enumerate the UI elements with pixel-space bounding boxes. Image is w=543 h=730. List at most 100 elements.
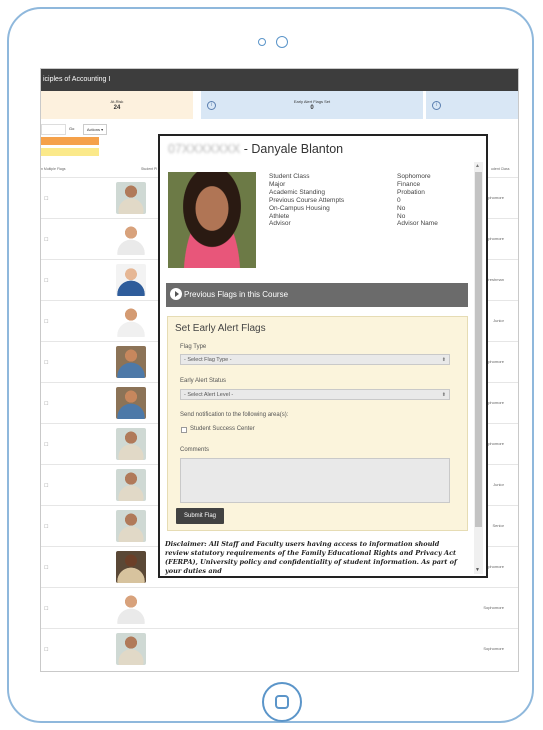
- scrollbar-thumb[interactable]: [475, 172, 482, 527]
- row-class: Sophomore: [483, 646, 504, 651]
- stat-at-risk-label: At-Risk: [110, 99, 124, 104]
- info-label: Athlete: [269, 212, 290, 220]
- info-value: Advisor Name: [397, 220, 438, 228]
- row-class: Freshman: [485, 277, 504, 282]
- title-separator: -: [243, 142, 248, 156]
- student-photo: [116, 510, 146, 542]
- stats-bar: At-Risk 24 i Early Alert Flags Set 0 i: [41, 91, 518, 119]
- previous-flags-toggle[interactable]: Previous Flags in this Course: [166, 283, 468, 307]
- row-checkbox[interactable]: ☐: [44, 319, 48, 325]
- student-photo: [116, 264, 146, 296]
- filter-input[interactable]: [41, 124, 66, 135]
- flag-type-select[interactable]: - Select Flag Type - ⬍: [180, 354, 450, 365]
- row-checkbox[interactable]: ☐: [44, 360, 48, 366]
- submit-flag-button[interactable]: Submit Flag: [176, 508, 224, 524]
- info-label: Previous Course Attempts: [269, 196, 345, 204]
- alert-status-label: Early Alert Status: [180, 378, 227, 384]
- info-value: Finance: [397, 180, 421, 188]
- info-value: No: [397, 204, 406, 212]
- row-class: Senior: [492, 523, 504, 528]
- col-header-multiple-flags[interactable]: n Multiple Flags: [41, 167, 66, 171]
- row-checkbox[interactable]: ☐: [44, 237, 48, 243]
- info-label: Academic Standing: [269, 188, 326, 196]
- flag-type-label: Flag Type: [180, 344, 207, 350]
- info-value: 0: [397, 196, 401, 204]
- row-class: Junior: [493, 318, 504, 323]
- modal-scrollbar[interactable]: ▲ ▼: [474, 162, 483, 574]
- student-name: Danyale Blanton: [251, 142, 344, 156]
- info-icon: i: [432, 101, 441, 110]
- info-value: Probation: [397, 188, 425, 196]
- row-class: Junior: [493, 482, 504, 487]
- flag-type-value: - Select Flag Type -: [184, 357, 232, 363]
- stat-flags-set-label: Early Alert Flags Set: [293, 99, 331, 104]
- risk-bar-yellow: [41, 148, 99, 156]
- info-value: Sophomore: [397, 173, 431, 180]
- student-detail-modal: 07XXXXXXX - Danyale Blanton Student Clas…: [158, 134, 488, 578]
- stat-flags-set[interactable]: i Early Alert Flags Set 0: [201, 91, 423, 119]
- student-photo: [116, 387, 146, 419]
- scroll-up-icon[interactable]: ▲: [475, 163, 480, 169]
- previous-flags-label: Previous Flags in this Course: [184, 290, 289, 299]
- play-circle-icon: [170, 288, 182, 300]
- student-info-values: Sophomore Finance Probation 0 No No Advi…: [397, 173, 438, 228]
- row-checkbox[interactable]: ☐: [44, 483, 48, 489]
- select-arrows-icon: ⬍: [441, 357, 446, 363]
- stat-at-risk-value: 24: [113, 105, 121, 111]
- notify-label: Send notification to the following area(…: [180, 412, 289, 418]
- go-button[interactable]: Go: [69, 124, 79, 133]
- student-photo: [116, 428, 146, 460]
- student-success-center-checkbox[interactable]: [181, 427, 187, 433]
- row-checkbox[interactable]: ☐: [44, 647, 48, 653]
- camera-lens-icon: [276, 36, 288, 48]
- row-checkbox[interactable]: ☐: [44, 524, 48, 530]
- info-label: Major: [269, 180, 286, 188]
- student-info-labels: Student Class Major Academic Standing Pr…: [269, 173, 344, 228]
- row-checkbox[interactable]: ☐: [44, 196, 48, 202]
- camera-dot-icon: [258, 38, 266, 46]
- row-checkbox[interactable]: ☐: [44, 401, 48, 407]
- info-value: No: [397, 212, 406, 220]
- student-id-masked: 07XXXXXXX: [168, 142, 241, 156]
- info-label: Student Class: [269, 173, 310, 180]
- stat-at-risk[interactable]: At-Risk 24: [41, 91, 193, 119]
- stat-extra[interactable]: i: [426, 91, 518, 119]
- student-title: 07XXXXXXX - Danyale Blanton: [168, 142, 343, 156]
- row-checkbox[interactable]: ☐: [44, 442, 48, 448]
- course-title-bar: iciples of Accounting I: [41, 69, 518, 91]
- early-alert-form: Set Early Alert Flags Flag Type - Select…: [167, 316, 468, 531]
- student-photo: [116, 305, 146, 337]
- student-photo: [116, 469, 146, 501]
- student-photo-large: [168, 172, 256, 268]
- student-photo: [116, 592, 146, 624]
- home-square-icon: [275, 695, 289, 709]
- student-photo: [116, 346, 146, 378]
- row-checkbox[interactable]: ☐: [44, 565, 48, 571]
- student-photo: [116, 633, 146, 665]
- student-photo: [116, 551, 146, 583]
- student-photo: [116, 223, 146, 255]
- alert-status-select[interactable]: - Select Alert Level - ⬍: [180, 389, 450, 400]
- select-arrows-icon: ⬍: [441, 392, 446, 398]
- comments-textarea[interactable]: [180, 458, 450, 503]
- info-icon: i: [207, 101, 216, 110]
- row-checkbox[interactable]: ☐: [44, 278, 48, 284]
- info-label: On-Campus Housing: [269, 204, 330, 212]
- comments-label: Comments: [180, 447, 210, 453]
- table-row[interactable]: ☐ Sophomore: [41, 587, 518, 628]
- stat-flags-set-value: 0: [310, 105, 314, 111]
- info-label: Advisor: [269, 220, 291, 228]
- col-header-student-class[interactable]: udent Class: [491, 167, 509, 171]
- risk-bar-orange: [41, 137, 99, 145]
- col-header-student-photo[interactable]: Student Pl: [141, 167, 157, 171]
- row-class: Sophomore: [483, 605, 504, 610]
- course-title: iciples of Accounting I: [43, 76, 111, 83]
- scroll-down-icon[interactable]: ▼: [475, 567, 480, 573]
- table-row[interactable]: ☐ Sophomore: [41, 628, 518, 669]
- actions-dropdown[interactable]: Actions ▾: [83, 124, 107, 135]
- student-success-center-label[interactable]: Student Success Center: [190, 426, 255, 432]
- home-button[interactable]: [262, 682, 302, 722]
- ferpa-disclaimer: Disclaimer: All Staff and Faculty users …: [165, 540, 457, 575]
- row-checkbox[interactable]: ☐: [44, 606, 48, 612]
- form-title: Set Early Alert Flags: [175, 323, 266, 334]
